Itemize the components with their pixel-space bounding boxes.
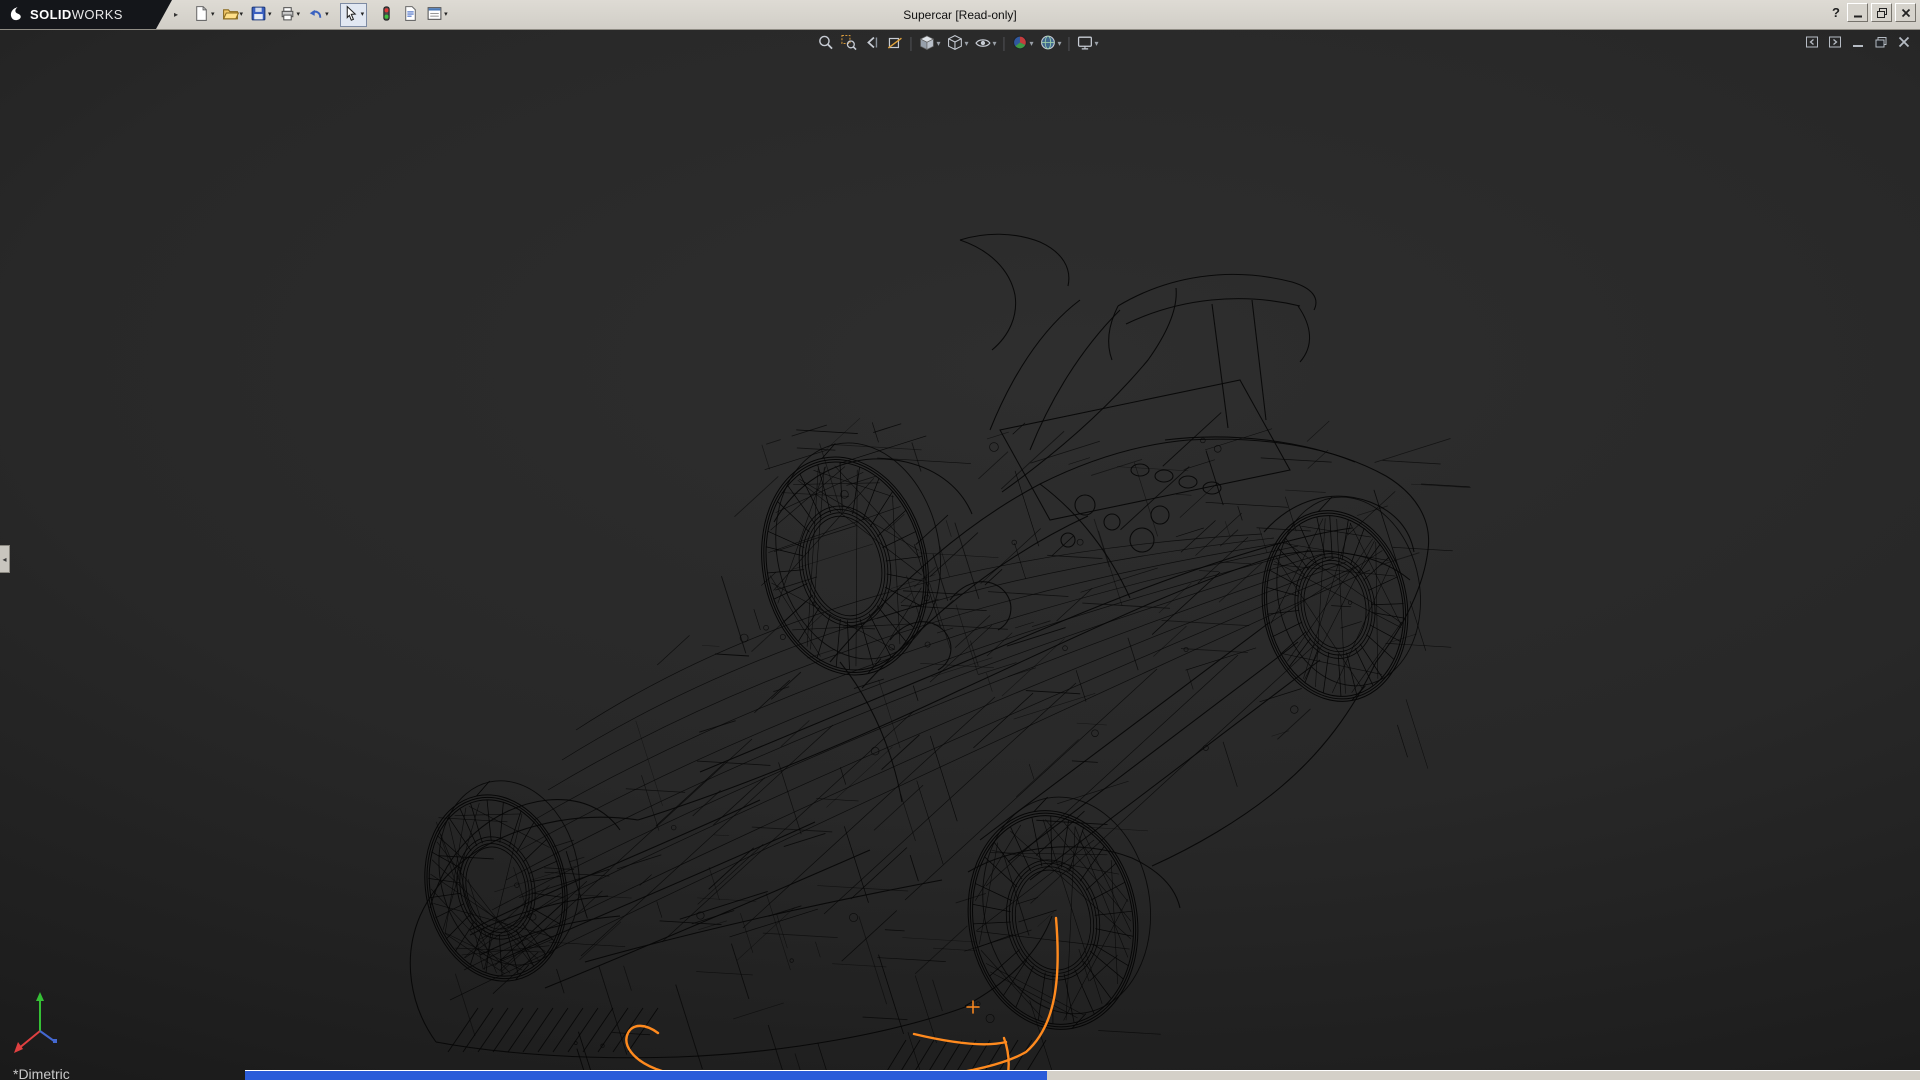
minimize-button[interactable]: [1847, 3, 1868, 22]
window-controls: ?: [1826, 3, 1916, 22]
apply-scene-button[interactable]: ▾: [1038, 33, 1064, 55]
save-button[interactable]: ▾: [247, 3, 275, 27]
toolbar-separator: [910, 37, 911, 51]
restore-document-icon: [1873, 34, 1889, 53]
options-icon: [426, 5, 443, 25]
help-button[interactable]: ?: [1826, 4, 1844, 21]
solidworks-logo: SOLIDWORKS: [0, 0, 172, 29]
dropdown-caret: ▾: [240, 11, 244, 18]
chassis-clutter: [436, 413, 1470, 1080]
view-orientation-label: *Dimetric: [13, 1066, 70, 1080]
hide-show-items-button[interactable]: ▾: [972, 33, 998, 55]
rebuild-traffic-light-icon: [378, 5, 395, 25]
document-window-controls: [1804, 34, 1912, 53]
3ds-swirl-icon: [8, 4, 25, 26]
toolbar-separator: [1004, 37, 1005, 51]
dock-pane-right-icon: [1827, 34, 1843, 53]
previous-view-button[interactable]: [861, 33, 882, 55]
menu-flyout-arrow[interactable]: ▸: [174, 10, 182, 19]
dropdown-caret: ▾: [1058, 40, 1062, 48]
dropdown-caret: ▾: [964, 40, 968, 48]
section-view-icon: [886, 34, 903, 54]
new-document-icon: [193, 5, 210, 25]
display-style-button[interactable]: ▾: [944, 33, 970, 55]
dropdown-caret: ▾: [268, 11, 272, 18]
view-orientation-icon: [918, 34, 935, 54]
view-settings-icon: [1077, 34, 1094, 54]
dropdown-caret: ▾: [211, 11, 215, 18]
section-view-button[interactable]: [884, 33, 905, 55]
open-icon: [222, 5, 239, 25]
dock-pane-right-button[interactable]: [1827, 34, 1843, 53]
edit-appearance-button[interactable]: ▾: [1010, 33, 1036, 55]
title-bar: SOLIDWORKS ▸ ▾ ▾ ▾ ▾ ▾: [0, 0, 1920, 30]
view-settings-button[interactable]: ▾: [1075, 33, 1101, 55]
orientation-triad[interactable]: [10, 987, 74, 1062]
minimize-document-icon: [1850, 34, 1866, 53]
minimize-document-button[interactable]: [1850, 34, 1866, 53]
select-arrow-icon: [343, 5, 360, 25]
dropdown-caret: ▾: [444, 11, 448, 18]
brand-text: SOLIDWORKS: [30, 7, 123, 22]
dock-pane-left-icon: [1804, 34, 1820, 53]
print-button[interactable]: ▾: [276, 3, 304, 27]
panel-splitter-tab[interactable]: ◂: [0, 545, 10, 573]
select-tool-button[interactable]: ▾: [340, 3, 368, 27]
file-properties-icon: [402, 5, 419, 25]
restore-button[interactable]: [1871, 3, 1892, 22]
status-progress-segment: [245, 1071, 1047, 1080]
undo-icon: [307, 5, 324, 25]
dropdown-caret: ▾: [992, 40, 996, 48]
edit-appearance-icon: [1012, 34, 1029, 54]
zoom-to-area-icon: [840, 34, 857, 54]
close-document-icon: [1896, 34, 1912, 53]
solidworks-window: SOLIDWORKS ▸ ▾ ▾ ▾ ▾ ▾: [0, 0, 1920, 1080]
zoom-to-fit-icon: [817, 34, 834, 54]
close-button[interactable]: [1895, 3, 1916, 22]
apply-scene-icon: [1040, 34, 1057, 54]
undo-button[interactable]: ▾: [304, 3, 332, 27]
new-document-button[interactable]: ▾: [190, 3, 218, 27]
heads-up-toolbar: ▾ ▾ ▾ ▾ ▾ ▾: [815, 33, 1100, 55]
graphics-viewport[interactable]: ▾ ▾ ▾ ▾ ▾ ▾ ◂: [0, 29, 1920, 1080]
window-title: Supercar [Read-only]: [903, 8, 1016, 22]
dropdown-caret: ▾: [1095, 40, 1099, 48]
toolbar-separator: [1069, 37, 1070, 51]
main-toolbar: ▾ ▾ ▾ ▾ ▾ ▾: [190, 3, 451, 27]
status-bar: [245, 1070, 1920, 1080]
dropdown-caret: ▾: [297, 11, 301, 18]
dropdown-caret: ▾: [325, 11, 329, 18]
close-document-button[interactable]: [1896, 34, 1912, 53]
rebuild-button[interactable]: [375, 3, 398, 27]
file-properties-button[interactable]: [399, 3, 422, 27]
previous-view-icon: [863, 34, 880, 54]
zoom-to-area-button[interactable]: [838, 33, 859, 55]
dropdown-caret: ▾: [1030, 40, 1034, 48]
options-button[interactable]: ▾: [423, 3, 451, 27]
display-style-icon: [946, 34, 963, 54]
car-wireframe-model[interactable]: [0, 29, 1920, 1080]
hide-show-items-icon: [974, 34, 991, 54]
dock-pane-left-button[interactable]: [1804, 34, 1820, 53]
dropdown-caret: ▾: [361, 11, 365, 18]
view-orientation-button[interactable]: ▾: [916, 33, 942, 55]
zoom-to-fit-button[interactable]: [815, 33, 836, 55]
open-button[interactable]: ▾: [219, 3, 247, 27]
save-icon: [250, 5, 267, 25]
dropdown-caret: ▾: [936, 40, 940, 48]
restore-document-button[interactable]: [1873, 34, 1889, 53]
print-icon: [279, 5, 296, 25]
